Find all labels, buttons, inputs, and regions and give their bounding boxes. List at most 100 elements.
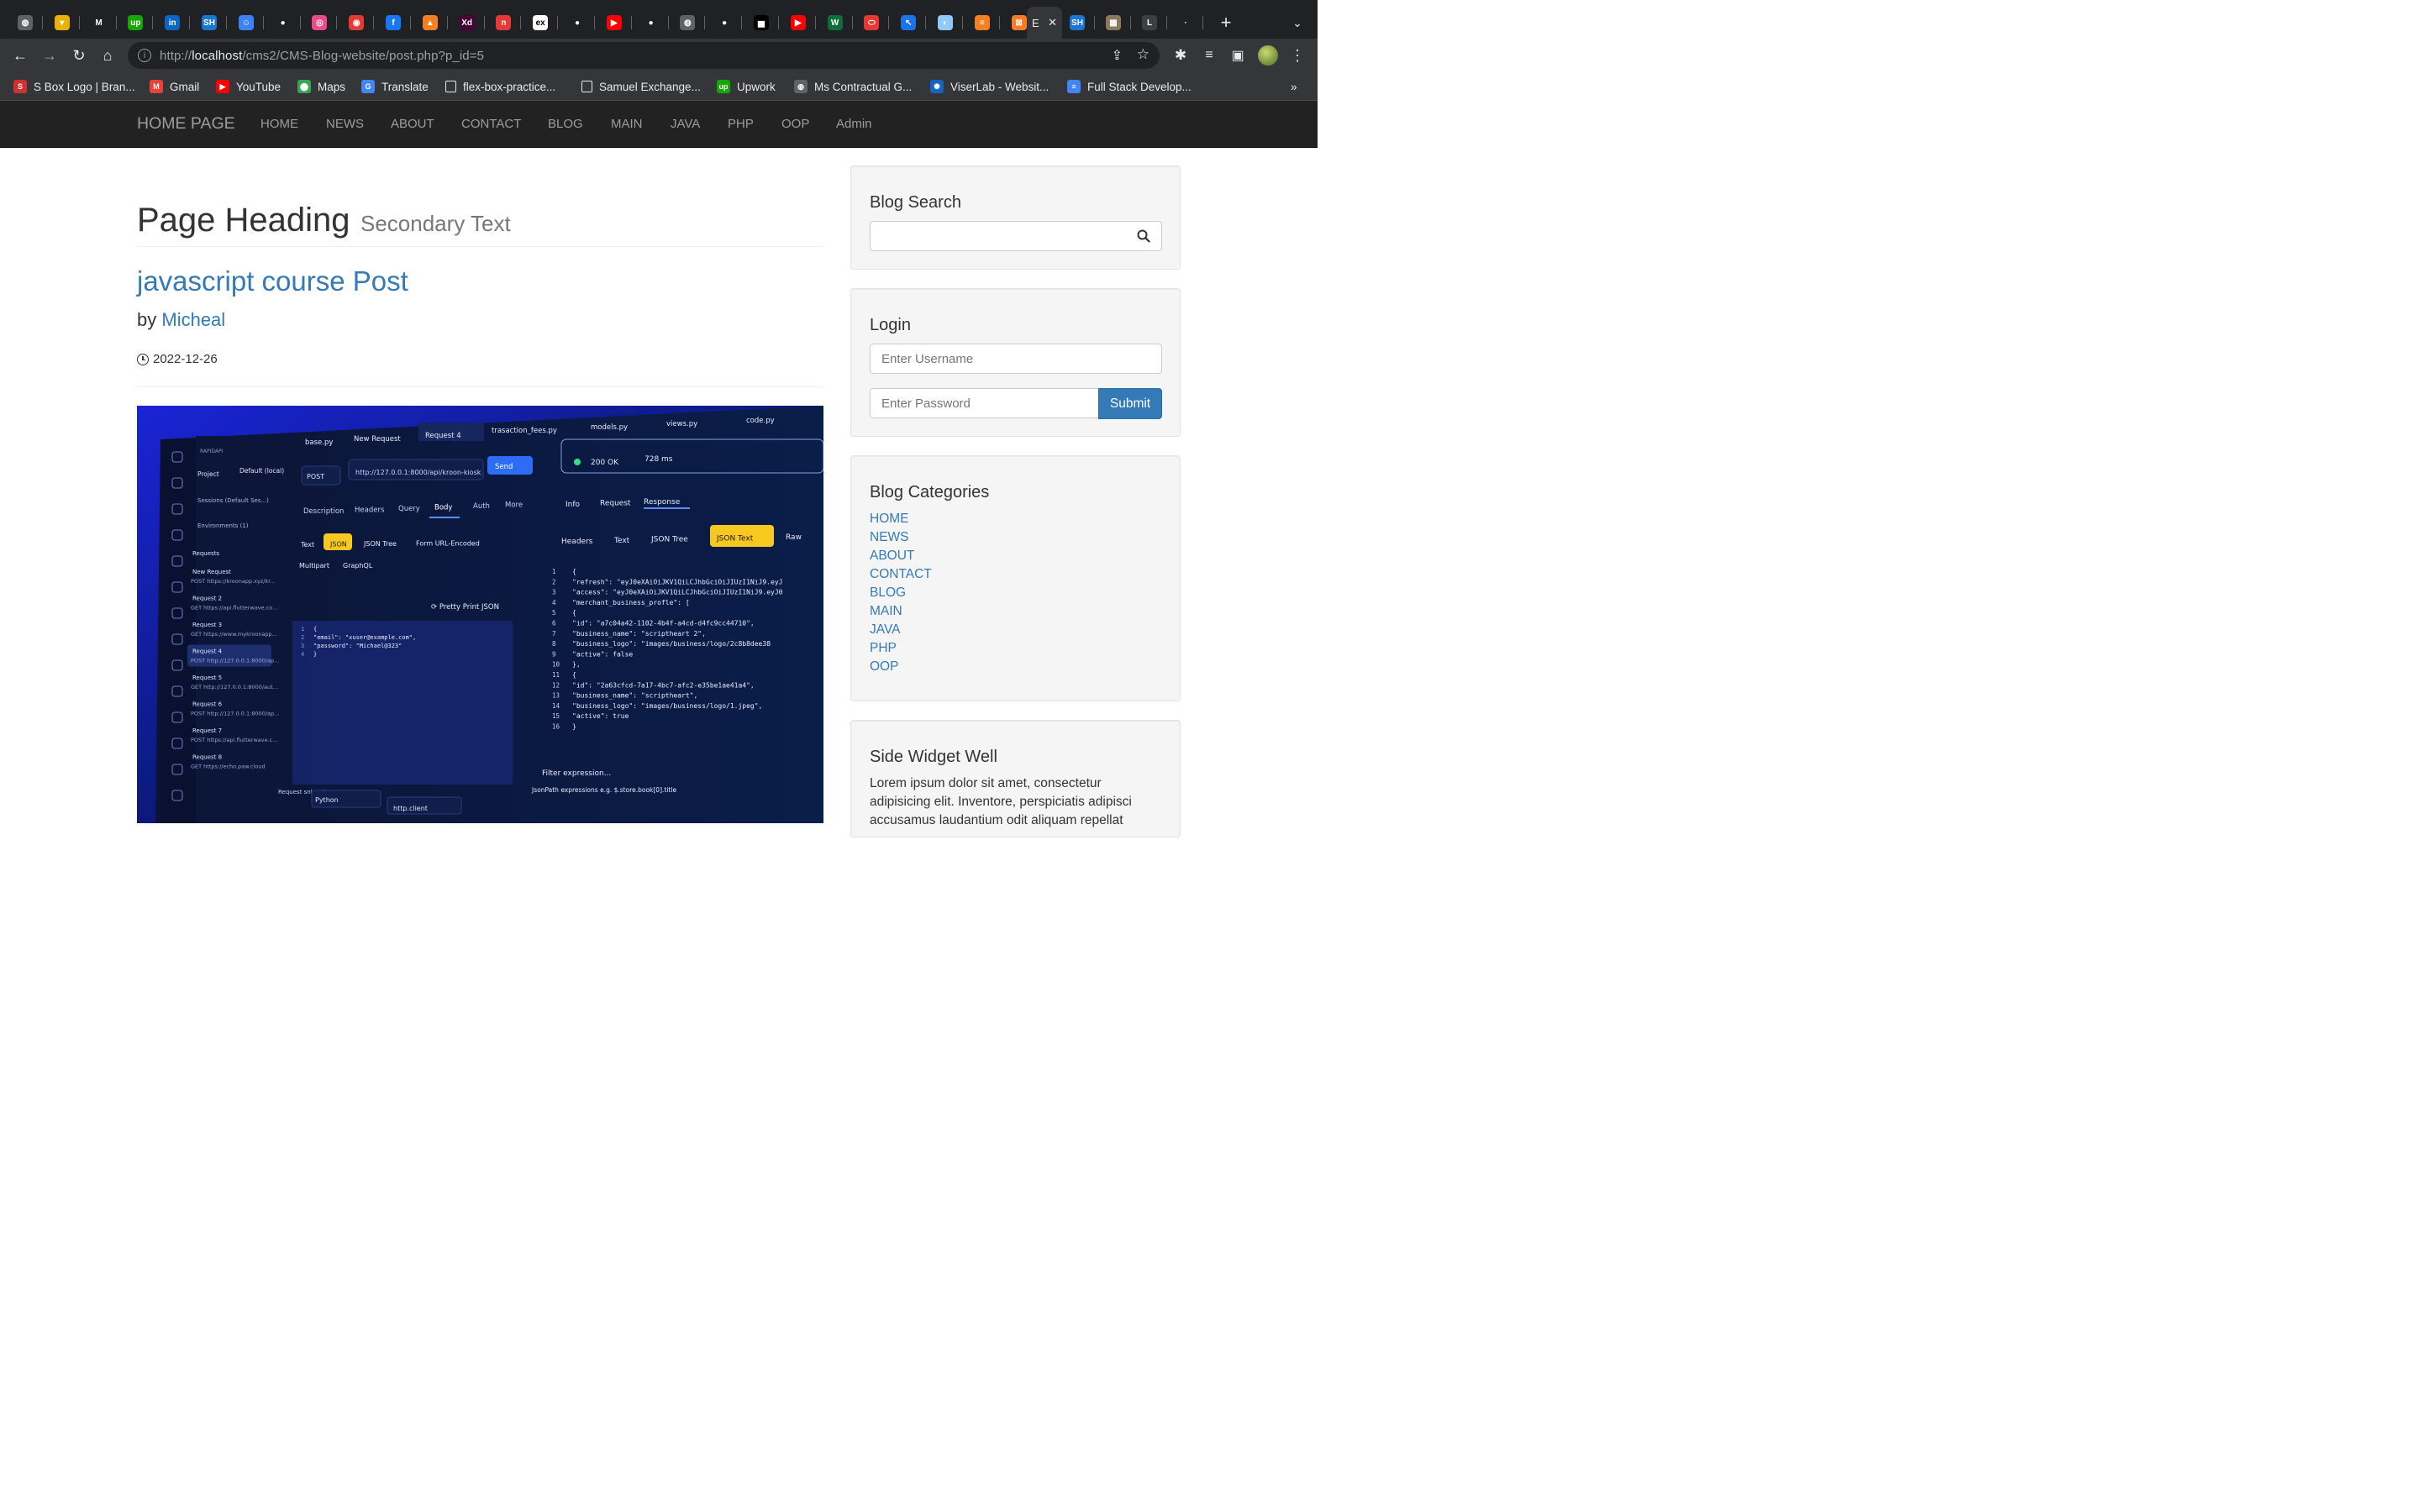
nav-blog[interactable]: BLOG (548, 117, 583, 131)
browser-tab[interactable]: ex (523, 7, 559, 39)
globe-icon: ◍ (18, 15, 33, 30)
bookmark-item[interactable]: ▶ YouTube (216, 77, 281, 96)
browser-tab[interactable]: Xd (450, 7, 485, 39)
browser-tab[interactable]: ● (634, 7, 669, 39)
side-widget-text: Lorem ipsum dolor sit amet, consectetur … (870, 776, 1132, 827)
password-input[interactable] (870, 388, 1099, 418)
browser-tab[interactable]: W (818, 7, 853, 39)
back-button[interactable]: ← (8, 44, 32, 67)
bookmark-item[interactable]: ◍ Ms Contractual G... (794, 77, 912, 96)
bookmark-item[interactable]: ✺ ViserLab - Websit... (930, 77, 1049, 96)
category-news[interactable]: NEWS (870, 530, 909, 545)
browser-tab[interactable]: in (155, 7, 191, 39)
browser-tab[interactable]: ● (266, 7, 301, 39)
page-heading: Page Heading Secondary Text (137, 202, 823, 247)
browser-tab[interactable]: ◍ (670, 7, 706, 39)
browser-tab[interactable]: ◍ (8, 7, 43, 39)
browser-tab[interactable]: ● (707, 7, 743, 39)
address-bar[interactable]: i http://localhost/cms2/CMS-Blog-website… (128, 42, 1160, 69)
bookmark-item[interactable]: Samuel Exchange... (581, 77, 701, 96)
nav-main[interactable]: MAIN (611, 117, 643, 131)
nav-contact[interactable]: CONTACT (461, 117, 521, 131)
category-oop[interactable]: OOP (870, 659, 898, 675)
nav-php[interactable]: PHP (728, 117, 754, 131)
browser-tab[interactable]: ● (560, 7, 595, 39)
category-home[interactable]: HOME (870, 512, 909, 527)
bookmark-item[interactable]: M Gmail (150, 77, 199, 96)
tab-search-chevron-icon[interactable]: ⌄ (1287, 12, 1307, 34)
post-title-link[interactable]: javascript course Post (137, 265, 408, 297)
github-favicon-2: ● (570, 15, 585, 30)
browser-tab[interactable]: ▾ (45, 7, 80, 39)
browser-tab[interactable]: M (82, 7, 117, 39)
media-control-icon[interactable]: ≡ (1197, 44, 1221, 67)
page-bookmark-icon (445, 81, 456, 92)
browser-tab[interactable]: ◉ (339, 7, 375, 39)
author-link[interactable]: Micheal (161, 309, 225, 330)
site-info-icon[interactable]: i (138, 49, 151, 62)
bookmark-item[interactable]: ≡ Full Stack Develop... (1067, 77, 1192, 96)
readme-favicon: n (496, 15, 512, 30)
response-tab: Request (600, 500, 631, 508)
bookmark-item[interactable]: S S Box Logo | Bran... (13, 77, 135, 96)
nav-java[interactable]: JAVA (671, 117, 700, 131)
new-tab-button[interactable]: + (1215, 12, 1237, 34)
bookmark-item[interactable]: G Translate (361, 77, 429, 96)
bookmark-label: Gmail (170, 80, 200, 93)
browser-tab[interactable]: ☺ (229, 7, 264, 39)
bookmark-label: Ms Contractual G... (814, 80, 913, 93)
browser-tab[interactable]: f (376, 7, 411, 39)
search-icon (1137, 229, 1150, 243)
nav-home[interactable]: HOME (260, 117, 298, 131)
status-ok-icon (574, 459, 581, 465)
more-bookmarks-button[interactable]: » (1291, 77, 1297, 96)
blog-search-input[interactable] (870, 221, 1127, 251)
browser-tab[interactable]: ▦ (1096, 7, 1131, 39)
browser-tab[interactable]: ▅ (744, 7, 779, 39)
browser-tab[interactable]: ◐ (928, 7, 963, 39)
category-blog[interactable]: BLOG (870, 585, 906, 601)
nav-news[interactable]: NEWS (326, 117, 364, 131)
bookmark-item[interactable]: up Upwork (717, 77, 776, 96)
nav-admin[interactable]: Admin (836, 117, 872, 131)
category-php[interactable]: PHP (870, 641, 897, 656)
submit-button[interactable]: Submit (1098, 388, 1162, 419)
bookmark-item[interactable]: flex-box-practice... (445, 77, 555, 96)
browser-menu-icon[interactable]: ⋮ (1286, 44, 1309, 67)
browser-tab[interactable]: SH (1060, 7, 1095, 39)
forward-button[interactable]: → (38, 44, 61, 67)
browser-tab[interactable]: ≡ (965, 7, 1000, 39)
browser-tab[interactable]: · (1168, 7, 1203, 39)
side-panel-icon[interactable]: ▣ (1226, 44, 1249, 67)
method-label: POST (307, 473, 324, 480)
close-tab-icon[interactable]: ✕ (1048, 16, 1057, 29)
browser-tab[interactable]: up (118, 7, 154, 39)
nav-oop[interactable]: OOP (781, 117, 809, 131)
category-contact[interactable]: CONTACT (870, 567, 932, 582)
nav-about[interactable]: ABOUT (391, 117, 434, 131)
username-input[interactable] (870, 344, 1162, 374)
bookmark-item[interactable]: ⬤ Maps (297, 77, 345, 96)
active-tab[interactable]: E ✕ (1027, 7, 1062, 39)
request-body-line: "password": "Michael@323" (313, 643, 402, 649)
share-icon[interactable]: ⇪ (1112, 47, 1123, 64)
category-about[interactable]: ABOUT (870, 549, 914, 564)
extensions-icon[interactable]: ✱ (1169, 44, 1192, 67)
home-button[interactable]: ⌂ (96, 44, 119, 67)
browser-tab[interactable]: ⬭ (854, 7, 890, 39)
browser-tab[interactable]: ▶ (597, 7, 632, 39)
browser-tab[interactable]: SH (192, 7, 227, 39)
bookmark-star-icon[interactable]: ☆ (1137, 46, 1150, 63)
browser-tab[interactable]: ◎ (302, 7, 338, 39)
navbar-brand[interactable]: HOME PAGE (137, 114, 235, 134)
profile-avatar[interactable] (1256, 44, 1280, 67)
browser-tab[interactable]: ▶ (781, 7, 816, 39)
blog-search-button[interactable] (1126, 221, 1162, 251)
browser-tab[interactable]: n (486, 7, 522, 39)
category-java[interactable]: JAVA (870, 622, 900, 638)
browser-tab[interactable]: ↖ (891, 7, 927, 39)
browser-tab[interactable]: L (1132, 7, 1167, 39)
browser-tab[interactable]: ▲ (413, 7, 448, 39)
reload-button[interactable]: ↻ (67, 44, 91, 67)
category-main[interactable]: MAIN (870, 604, 902, 619)
